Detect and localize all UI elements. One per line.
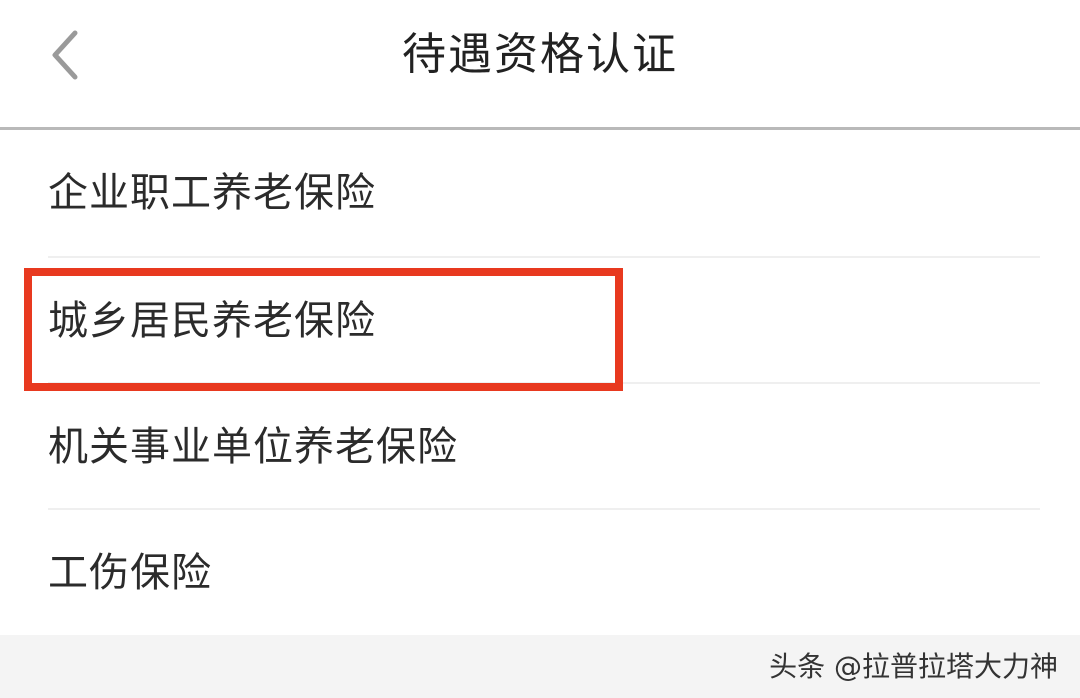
page-title: 待遇资格认证 bbox=[402, 29, 678, 80]
list-item-label: 机关事业单位养老保险 bbox=[48, 424, 458, 470]
list-item-institution-pension[interactable]: 机关事业单位养老保险 bbox=[0, 384, 1080, 510]
list-item-label: 企业职工养老保险 bbox=[48, 170, 376, 216]
list-item-urban-rural-pension[interactable]: 城乡居民养老保险 bbox=[0, 258, 1080, 384]
list-item-enterprise-pension[interactable]: 企业职工养老保险 bbox=[0, 130, 1080, 256]
insurance-type-list: 企业职工养老保险 城乡居民养老保险 机关事业单位养老保险 工伤保险 bbox=[0, 130, 1080, 635]
top-navigation-bar: 待遇资格认证 bbox=[0, 0, 1080, 128]
list-item-label: 工伤保险 bbox=[48, 550, 212, 596]
list-item-label: 城乡居民养老保险 bbox=[48, 298, 376, 344]
list-item-work-injury-insurance[interactable]: 工伤保险 bbox=[0, 510, 1080, 636]
footer-bar: 头条 @拉普拉塔大力神 bbox=[0, 635, 1080, 698]
watermark-text: 头条 @拉普拉塔大力神 bbox=[769, 650, 1058, 683]
